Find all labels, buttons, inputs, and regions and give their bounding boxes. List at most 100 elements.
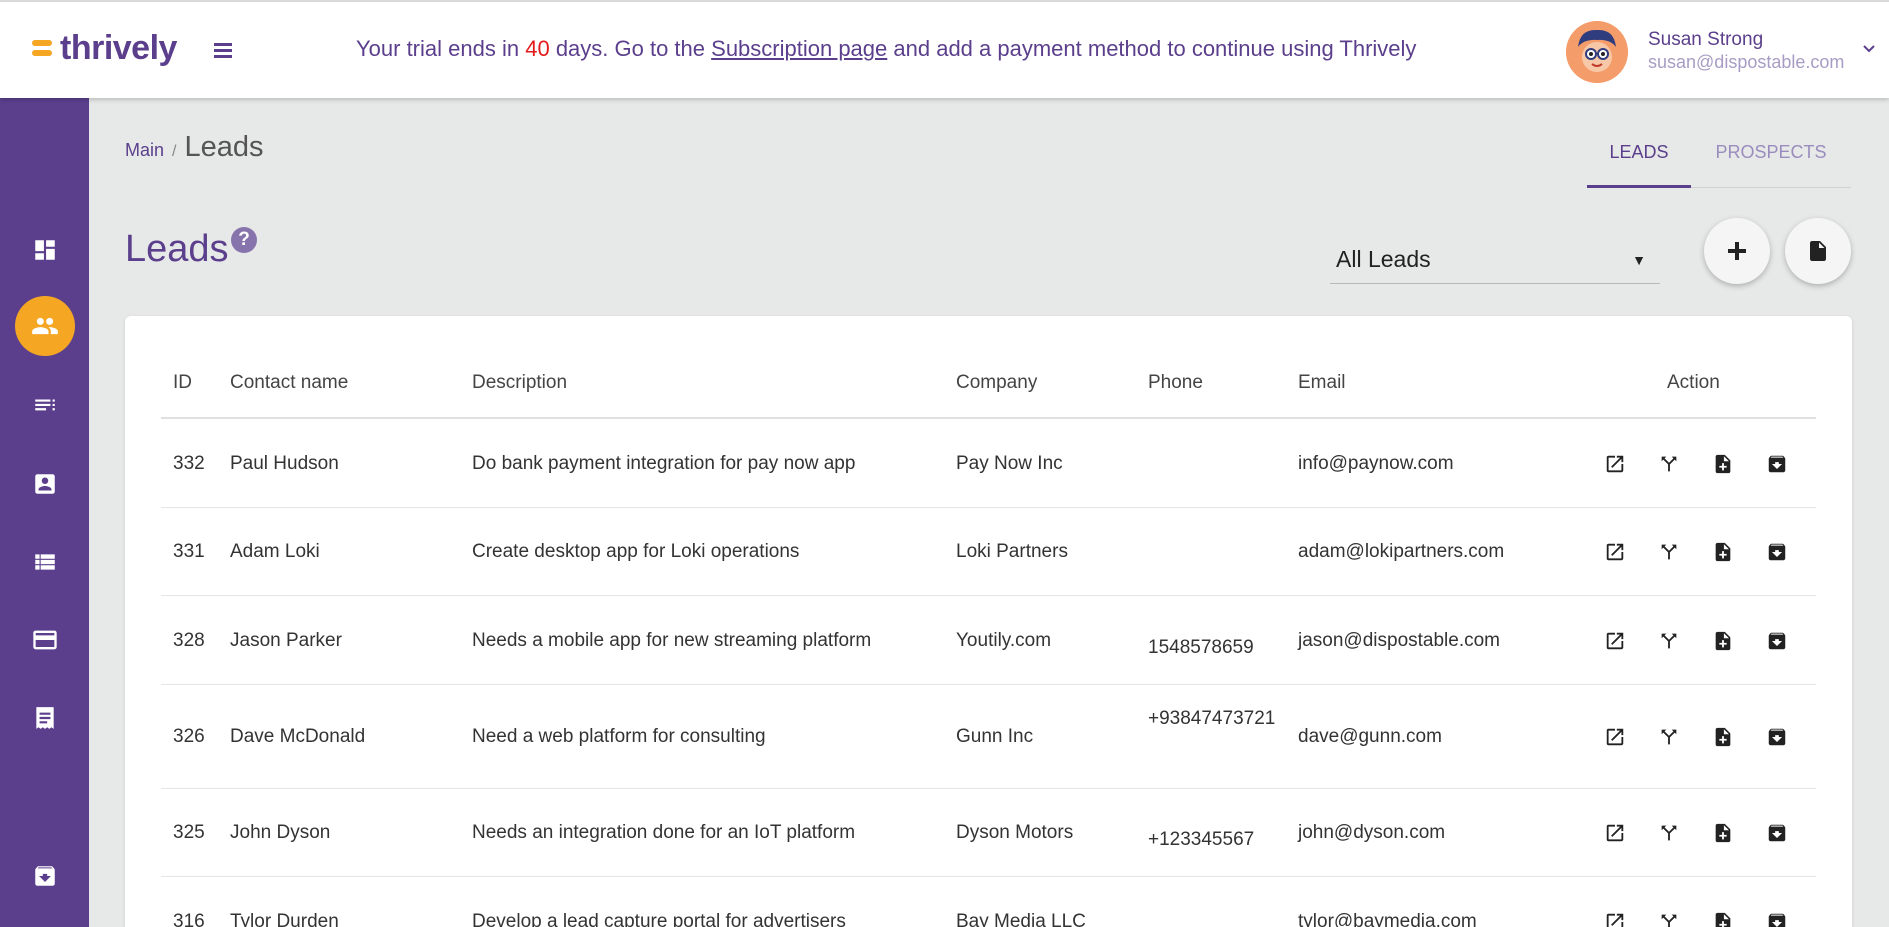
avatar[interactable] — [1566, 21, 1628, 83]
sidebar-item-table[interactable] — [0, 532, 89, 592]
cell-contact: Dave McDonald — [230, 726, 366, 747]
cell-description: Do bank payment integration for pay now … — [472, 452, 856, 474]
convert-lead-button[interactable] — [1658, 726, 1680, 748]
people-icon — [31, 317, 58, 335]
table-row[interactable]: 328 Jason Parker Needs a mobile app for ne… — [161, 596, 1816, 685]
header-company[interactable]: Company — [956, 372, 1037, 394]
header-contact-name[interactable]: Contact name — [230, 372, 348, 394]
convert-lead-button[interactable] — [1658, 630, 1680, 652]
open-external-icon — [1606, 824, 1624, 842]
leads-filter-select[interactable]: All Leads ▼ — [1330, 236, 1660, 284]
header-email[interactable]: Email — [1298, 372, 1346, 394]
thrively-logo[interactable]: thrively — [32, 30, 177, 66]
open-lead-button[interactable] — [1604, 630, 1626, 652]
hamburger-menu-icon[interactable] — [214, 43, 232, 59]
sidebar — [0, 98, 89, 927]
cell-description: Needs a mobile app for new streaming pla… — [472, 629, 872, 651]
create-proposal-button[interactable] — [1712, 453, 1734, 475]
top-header: thrively Your trial ends in 40 days. Go … — [0, 0, 1889, 98]
sidebar-item-contacts[interactable] — [0, 454, 89, 514]
cell-id: 316 — [173, 910, 205, 927]
convert-lead-button[interactable] — [1658, 541, 1680, 563]
sidebar-item-dashboard[interactable] — [0, 220, 89, 280]
plus-icon — [1728, 242, 1746, 260]
cell-email: john@dyson.com — [1298, 822, 1446, 843]
open-lead-button[interactable] — [1604, 726, 1626, 748]
table-list-icon — [34, 554, 55, 570]
add-document-icon — [1715, 912, 1731, 927]
logo-text: thrively — [60, 29, 177, 67]
add-document-icon — [1715, 454, 1731, 473]
open-lead-button[interactable] — [1604, 822, 1626, 844]
sidebar-item-archive[interactable] — [0, 846, 89, 906]
tab-prospects[interactable]: PROSPECTS — [1691, 130, 1851, 188]
sidebar-item-leads[interactable] — [0, 296, 89, 356]
open-external-icon — [1606, 913, 1624, 927]
cell-company: Gunn Inc — [956, 726, 1034, 747]
table-row[interactable]: 326 Dave McDonald Need a web platform for … — [161, 685, 1816, 789]
cell-email: dave@gunn.com — [1298, 726, 1442, 747]
breadcrumb-separator: / — [172, 143, 177, 160]
create-proposal-button[interactable] — [1712, 911, 1734, 927]
sidebar-item-list[interactable] — [0, 376, 89, 436]
cell-id: 332 — [173, 452, 205, 474]
table-row[interactable]: 331 Adam Loki Create desktop app for Loki … — [161, 508, 1816, 596]
convert-icon — [1661, 456, 1677, 471]
table-row[interactable]: 325 John Dyson Needs an integration done f… — [161, 789, 1816, 877]
table-row[interactable]: 332 Paul Hudson Do bank payment integratio… — [161, 419, 1816, 508]
lead-tabs: LEADS PROSPECTS — [1587, 130, 1851, 188]
header-phone[interactable]: Phone — [1148, 372, 1203, 394]
create-proposal-button[interactable] — [1712, 541, 1734, 563]
header-description[interactable]: Description — [472, 372, 567, 394]
breadcrumb-main-link[interactable]: Main — [125, 140, 164, 161]
cell-id: 328 — [173, 629, 205, 651]
convert-lead-button[interactable] — [1658, 453, 1680, 475]
subscription-page-link[interactable]: Subscription page — [711, 36, 887, 61]
archive-lead-button[interactable] — [1766, 822, 1788, 844]
add-lead-button[interactable] — [1704, 218, 1770, 284]
sidebar-item-invoices[interactable] — [0, 688, 89, 748]
archive-lead-button[interactable] — [1766, 911, 1788, 927]
tab-leads[interactable]: LEADS — [1587, 130, 1691, 188]
create-proposal-button[interactable] — [1712, 822, 1734, 844]
archive-lead-button[interactable] — [1766, 630, 1788, 652]
cell-email: info@paynow.com — [1298, 452, 1454, 474]
open-lead-button[interactable] — [1604, 911, 1626, 927]
archive-lead-button[interactable] — [1766, 726, 1788, 748]
logo-mark-icon — [32, 38, 54, 58]
open-lead-button[interactable] — [1604, 541, 1626, 563]
cell-id: 331 — [173, 541, 205, 562]
trial-suffix: and add a payment method to continue usi… — [893, 36, 1417, 61]
create-proposal-button[interactable] — [1712, 630, 1734, 652]
cell-contact: Jason Parker — [230, 629, 342, 651]
open-external-icon — [1606, 455, 1624, 472]
document-button[interactable] — [1785, 218, 1851, 284]
convert-icon — [1661, 544, 1677, 560]
cell-company: Youtily.com — [956, 629, 1052, 651]
table-row[interactable]: 316 Tylor Durden Develop a lead capture po… — [161, 877, 1816, 927]
convert-lead-button[interactable] — [1658, 911, 1680, 927]
header-id[interactable]: ID — [173, 372, 192, 394]
convert-icon — [1661, 729, 1677, 745]
archive-lead-button[interactable] — [1766, 453, 1788, 475]
convert-icon — [1661, 633, 1677, 648]
cell-description: Need a web platform for consulting — [472, 726, 766, 747]
trial-days: 40 — [525, 36, 550, 61]
cell-phone: 1548578659 — [1148, 636, 1254, 658]
cell-phone: +123345567 — [1148, 829, 1255, 850]
open-external-icon — [1606, 543, 1624, 561]
chevron-down-icon[interactable] — [1862, 42, 1876, 56]
archive-lead-button[interactable] — [1766, 541, 1788, 563]
cell-description: Develop a lead capture portal for advert… — [472, 910, 846, 927]
archive-icon — [1768, 632, 1786, 649]
cell-id: 326 — [173, 726, 205, 747]
cell-contact: Adam Loki — [230, 541, 320, 562]
create-proposal-button[interactable] — [1712, 726, 1734, 748]
add-document-icon — [1715, 631, 1731, 650]
archive-icon — [1768, 824, 1786, 842]
convert-lead-button[interactable] — [1658, 822, 1680, 844]
sidebar-item-billing[interactable] — [0, 610, 89, 670]
help-icon[interactable]: ? — [231, 227, 257, 253]
cell-company: Pay Now Inc — [956, 452, 1063, 474]
open-lead-button[interactable] — [1604, 453, 1626, 475]
